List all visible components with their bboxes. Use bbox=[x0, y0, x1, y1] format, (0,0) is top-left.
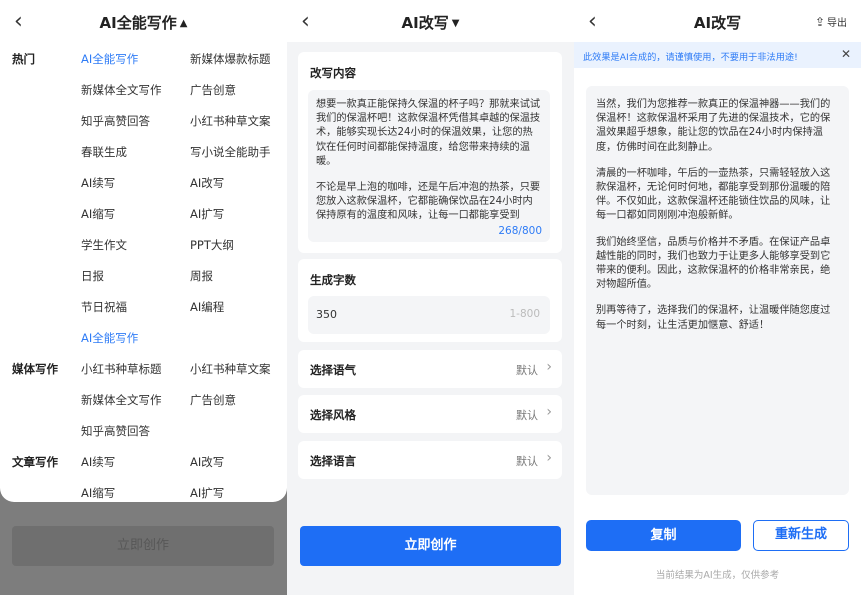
char-counter: 268/800 bbox=[494, 223, 542, 238]
style-label: 选择风格 bbox=[310, 408, 356, 422]
tone-value: 默认 bbox=[516, 364, 538, 377]
style-selector[interactable]: 选择风格 默认 › bbox=[298, 395, 562, 433]
export-label: 导出 bbox=[827, 18, 847, 29]
ai-notice-banner: 此效果是AI合成的，请谨慎使用，不要用于非法用途! ✕ bbox=[574, 42, 861, 68]
result-paragraph: 别再等待了，选择我们的保温杯，让温暖伴随您度过每一个时刻，让生活更加惬意、舒适！ bbox=[596, 305, 831, 331]
result-text-box: 当然，我们为您推荐一款真正的保温神器——我们的保温杯！这款保温杯采用了先进的保温… bbox=[586, 86, 849, 495]
chevron-right-icon: › bbox=[546, 450, 552, 466]
menu-item-ai-continue-2[interactable]: AI续写 bbox=[81, 454, 115, 470]
menu-item-daily-report[interactable]: 日报 bbox=[81, 268, 104, 284]
caret-up-icon: ▲ bbox=[179, 18, 188, 29]
language-label: 选择语言 bbox=[310, 454, 356, 468]
menu-item-media-fulltext-2[interactable]: 新媒体全文写作 bbox=[81, 392, 162, 408]
header: ‹ AI改写 ▼ bbox=[287, 0, 574, 42]
content-label: 改写内容 bbox=[310, 66, 356, 80]
rewrite-form-screen: ‹ AI改写 ▼ 改写内容 想要一款真正能保持久保温的杯子吗？那就来试试我们的保温… bbox=[287, 0, 574, 595]
menu-item-xhs-copy-2[interactable]: 小红书种草文案 bbox=[190, 361, 271, 377]
menu-item-ai-shorten[interactable]: AI缩写 bbox=[81, 206, 115, 222]
regenerate-button[interactable]: 重新生成 bbox=[753, 520, 849, 551]
category-dropdown-sheet: ‹ AI全能写作 ▲ 热门 媒体写作 文章写作 AI全能写作 新媒体爆款标题 新媒… bbox=[0, 0, 287, 502]
notice-text: 此效果是AI合成的，请谨慎使用，不要用于非法用途! bbox=[583, 52, 798, 63]
language-selector[interactable]: 选择语言 默认 › bbox=[298, 441, 562, 479]
menu-item-ad-creative-2[interactable]: 广告创意 bbox=[190, 392, 236, 408]
result-screen: ‹ AI改写 ⇪ 导出 此效果是AI合成的，请谨慎使用，不要用于非法用途! ✕ 当… bbox=[574, 0, 861, 595]
menu-item-couplet[interactable]: 春联生成 bbox=[81, 144, 127, 160]
export-button[interactable]: ⇪ 导出 bbox=[815, 14, 847, 29]
tone-selector[interactable]: 选择语气 默认 › bbox=[298, 350, 562, 388]
result-paragraph: 清晨的一杯咖啡，午后的一壶热茶，只需轻轻放入这款保温杯，无论何时何地，都能享受到… bbox=[596, 167, 831, 222]
menu-item-ai-shorten-2[interactable]: AI缩写 bbox=[81, 485, 115, 501]
menu-item-holiday-greeting[interactable]: 节日祝福 bbox=[81, 299, 127, 315]
menu-item-ai-expand-2[interactable]: AI扩写 bbox=[190, 485, 224, 501]
copy-button[interactable]: 复制 bbox=[586, 520, 741, 551]
create-button-dimmed: 立即创作 bbox=[12, 526, 274, 566]
page-title: AI全能写作 bbox=[99, 14, 177, 32]
menu-item-student-essay[interactable]: 学生作文 bbox=[81, 237, 127, 253]
word-count-card: 生成字数 350 1-800 bbox=[298, 259, 562, 342]
category-media-writing: 媒体写作 bbox=[12, 362, 58, 376]
content-paragraph: 想要一款真正能保持久保温的杯子吗？那就来试试我们的保温杯吧！这款保温杯凭借其卓越… bbox=[316, 99, 541, 167]
menu-item-xhs-title[interactable]: 小红书种草标题 bbox=[81, 361, 162, 377]
content-paragraph: 不论是早上泡的咖啡，还是午后冲泡的热茶，只要您放入这款保温杯，它都能确保饮品在2… bbox=[316, 182, 541, 222]
menu-item-ad-creative[interactable]: 广告创意 bbox=[190, 82, 236, 98]
header: ‹ AI全能写作 ▲ bbox=[0, 0, 287, 44]
menu-item-zhihu-answer-2[interactable]: 知乎高赞回答 bbox=[81, 423, 150, 439]
menu-item-ai-writing-2[interactable]: AI全能写作 bbox=[81, 330, 138, 346]
menu-item-ai-coding[interactable]: AI编程 bbox=[190, 299, 224, 315]
category-menu-screen: ‹ AI全能写作 ▲ 热门 媒体写作 文章写作 AI全能写作 新媒体爆款标题 新媒… bbox=[0, 0, 287, 595]
chevron-right-icon: › bbox=[546, 359, 552, 375]
category-article-writing: 文章写作 bbox=[12, 455, 58, 469]
content-textarea[interactable]: 想要一款真正能保持久保温的杯子吗？那就来试试我们的保温杯吧！这款保温杯凭借其卓越… bbox=[308, 90, 550, 242]
menu-item-xhs-copy[interactable]: 小红书种草文案 bbox=[190, 113, 271, 129]
result-paragraph: 我们始终坚信，品质与价格并不矛盾。在保证产品卓越性能的同时，我们也致力于让更多人… bbox=[596, 236, 831, 291]
menu-item-viral-title[interactable]: 新媒体爆款标题 bbox=[190, 51, 271, 67]
language-value: 默认 bbox=[516, 455, 538, 468]
header: ‹ AI改写 ⇪ 导出 bbox=[574, 0, 861, 44]
menu-item-zhihu-answer[interactable]: 知乎高赞回答 bbox=[81, 113, 150, 129]
menu-item-ai-continue[interactable]: AI续写 bbox=[81, 175, 115, 191]
ai-footnote: 当前结果为AI生成，仅供参考 bbox=[655, 570, 780, 581]
chevron-right-icon: › bbox=[546, 404, 552, 420]
title-dropdown[interactable]: AI改写 ▼ bbox=[287, 12, 574, 33]
word-count-input[interactable]: 350 1-800 bbox=[308, 296, 550, 334]
menu-item-ai-rewrite-2[interactable]: AI改写 bbox=[190, 454, 224, 470]
export-icon: ⇪ bbox=[814, 15, 825, 29]
create-button[interactable]: 立即创作 bbox=[300, 526, 561, 566]
menu-item-ai-writing[interactable]: AI全能写作 bbox=[81, 51, 138, 67]
word-count-range: 1-800 bbox=[509, 308, 540, 320]
title-dropdown[interactable]: AI全能写作 ▲ bbox=[0, 12, 287, 33]
category-hot: 热门 bbox=[12, 52, 35, 66]
tone-label: 选择语气 bbox=[310, 363, 356, 377]
content-card: 改写内容 想要一款真正能保持久保温的杯子吗？那就来试试我们的保温杯吧！这款保温杯… bbox=[298, 52, 562, 253]
result-paragraph: 当然，我们为您推荐一款真正的保温神器——我们的保温杯！这款保温杯采用了先进的保温… bbox=[596, 99, 831, 153]
word-count-label: 生成字数 bbox=[310, 273, 356, 287]
style-value: 默认 bbox=[516, 409, 538, 422]
menu-item-ai-expand[interactable]: AI扩写 bbox=[190, 206, 224, 222]
menu-item-ai-rewrite[interactable]: AI改写 bbox=[190, 175, 224, 191]
menu-item-ppt-outline[interactable]: PPT大纲 bbox=[190, 237, 234, 253]
menu-item-media-fulltext[interactable]: 新媒体全文写作 bbox=[81, 82, 162, 98]
close-icon[interactable]: ✕ bbox=[841, 47, 851, 61]
page-title: AI改写 bbox=[401, 14, 449, 32]
menu-item-weekly-report[interactable]: 周报 bbox=[190, 268, 213, 284]
caret-down-icon: ▼ bbox=[451, 18, 460, 29]
word-count-value: 350 bbox=[316, 308, 337, 321]
menu-item-novel-assistant[interactable]: 写小说全能助手 bbox=[190, 144, 271, 160]
